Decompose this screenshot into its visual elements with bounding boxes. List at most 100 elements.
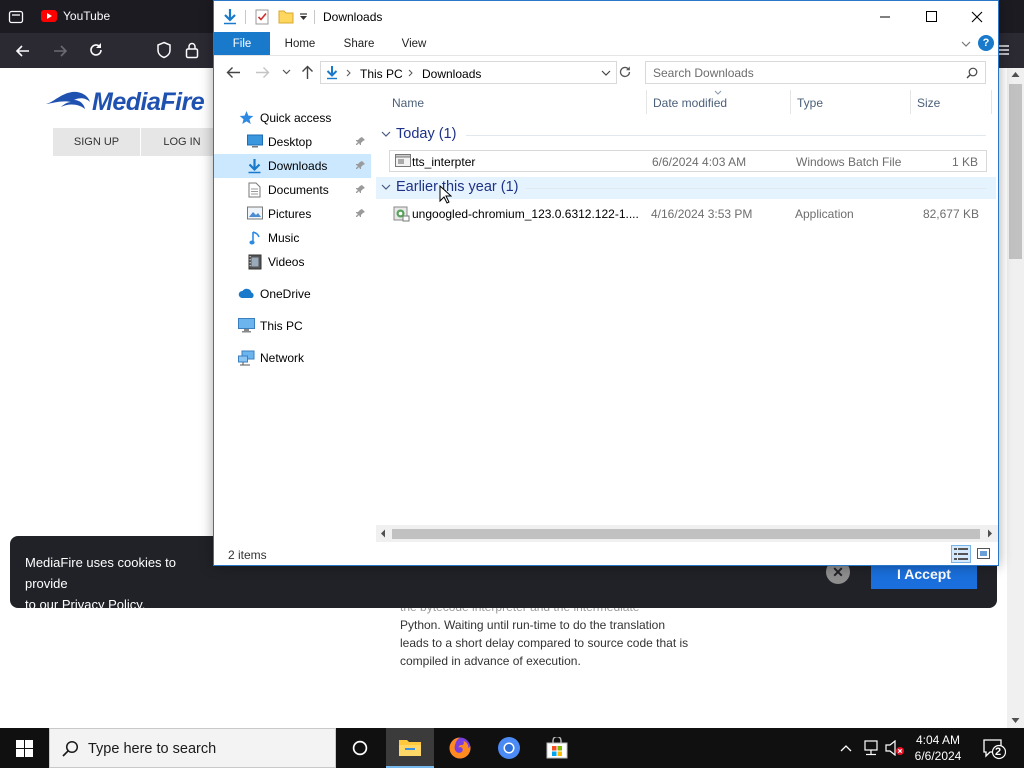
column-divider[interactable] bbox=[790, 90, 791, 114]
up-icon[interactable] bbox=[301, 65, 314, 80]
nav-videos[interactable]: Videos bbox=[214, 250, 371, 274]
cortana-button[interactable] bbox=[336, 728, 384, 768]
group-divider bbox=[466, 135, 986, 136]
help-icon[interactable]: ? bbox=[978, 35, 994, 51]
tab-file[interactable]: File bbox=[214, 32, 270, 55]
pin-icon[interactable] bbox=[356, 160, 366, 170]
column-header-name[interactable]: Name bbox=[392, 96, 424, 110]
nav-network[interactable]: Network bbox=[214, 346, 371, 370]
nav-desktop[interactable]: Desktop bbox=[214, 130, 371, 154]
downloads-arrow-icon bbox=[325, 65, 339, 80]
page-scrollbar-thumb[interactable] bbox=[1009, 84, 1022, 259]
nav-onedrive[interactable]: OneDrive bbox=[214, 282, 371, 306]
back-icon[interactable] bbox=[226, 66, 241, 79]
nav-this-pc[interactable]: This PC bbox=[214, 314, 371, 338]
menu-icon[interactable] bbox=[999, 44, 1009, 56]
paragraph-line: compiled in advance of execution. bbox=[400, 654, 581, 668]
back-icon[interactable] bbox=[14, 42, 32, 60]
file-row[interactable]: ungoogled-chromium_123.0.6312.122-1.... … bbox=[389, 203, 987, 225]
scroll-right-icon[interactable] bbox=[987, 529, 993, 538]
nav-label: Desktop bbox=[268, 135, 313, 149]
file-date: 6/6/2024 4:03 AM bbox=[652, 155, 747, 169]
minimize-button[interactable] bbox=[862, 1, 908, 32]
downloads-arrow-icon bbox=[222, 8, 238, 25]
paragraph-line: Python. Waiting until run-time to do the… bbox=[400, 618, 666, 632]
taskbar-firefox[interactable] bbox=[436, 728, 484, 768]
tab-overview-icon[interactable] bbox=[8, 9, 24, 25]
column-divider[interactable] bbox=[910, 90, 911, 114]
group-header-earlier[interactable]: Earlier this year (1) bbox=[376, 177, 996, 199]
title-bar[interactable]: Downloads bbox=[214, 1, 998, 32]
mediafire-logo-text[interactable]: MediaFire bbox=[92, 88, 205, 117]
search-input[interactable]: Search Downloads bbox=[645, 61, 986, 84]
status-bar: 2 items bbox=[214, 543, 998, 565]
taskbar-microsoft-store[interactable] bbox=[533, 728, 581, 768]
pin-icon[interactable] bbox=[356, 208, 366, 218]
breadcrumb-this-pc[interactable]: This PC bbox=[360, 67, 403, 81]
nav-label: Videos bbox=[268, 255, 305, 269]
column-header-type[interactable]: Type bbox=[797, 96, 823, 110]
column-header-size[interactable]: Size bbox=[917, 96, 940, 110]
login-button[interactable]: LOG IN bbox=[141, 128, 223, 156]
forward-icon[interactable] bbox=[51, 42, 69, 60]
close-button[interactable] bbox=[954, 1, 998, 32]
address-dropdown-icon[interactable] bbox=[601, 70, 611, 76]
browser-tab-youtube[interactable]: YouTube bbox=[63, 9, 110, 23]
recent-locations-icon[interactable] bbox=[282, 69, 291, 75]
breadcrumb-downloads[interactable]: Downloads bbox=[422, 67, 481, 81]
nav-documents[interactable]: Documents bbox=[214, 178, 371, 202]
system-clock[interactable]: 4:04 AM 6/6/2024 bbox=[908, 732, 968, 764]
customize-toolbar-icon[interactable] bbox=[299, 13, 308, 21]
youtube-icon bbox=[41, 9, 57, 23]
signup-button[interactable]: SIGN UP bbox=[53, 128, 140, 156]
nav-music[interactable]: Music bbox=[214, 226, 371, 250]
address-bar[interactable]: This PC Downloads bbox=[320, 61, 617, 84]
scroll-left-icon[interactable] bbox=[380, 529, 386, 538]
taskbar-chromium[interactable] bbox=[485, 728, 533, 768]
pin-icon[interactable] bbox=[356, 136, 366, 146]
collapse-chevron-icon[interactable] bbox=[381, 184, 391, 190]
volume-muted-icon[interactable] bbox=[885, 740, 905, 756]
refresh-icon[interactable] bbox=[618, 65, 632, 79]
horizontal-scrollbar-thumb[interactable] bbox=[392, 529, 980, 539]
column-divider[interactable] bbox=[646, 90, 647, 114]
group-label: Earlier this year (1) bbox=[396, 179, 519, 195]
properties-icon[interactable] bbox=[255, 9, 269, 25]
pin-icon[interactable] bbox=[356, 184, 366, 194]
column-header-date[interactable]: Date modified bbox=[653, 96, 727, 110]
breadcrumb-chevron-icon[interactable] bbox=[346, 69, 351, 77]
column-divider[interactable] bbox=[991, 90, 992, 114]
windows-start-icon[interactable] bbox=[16, 740, 33, 757]
tray-overflow-icon[interactable] bbox=[840, 744, 852, 752]
file-list: Name Date modified Type Size Today (1) t… bbox=[376, 90, 998, 530]
network-status-icon[interactable] bbox=[862, 740, 880, 756]
maximize-button[interactable] bbox=[908, 1, 954, 32]
group-header-today[interactable]: Today (1) bbox=[376, 124, 996, 146]
batch-file-icon bbox=[395, 153, 411, 169]
nav-pictures[interactable]: Pictures bbox=[214, 202, 371, 226]
forward-icon[interactable] bbox=[255, 66, 270, 79]
collapse-chevron-icon[interactable] bbox=[381, 131, 391, 137]
details-view-icon[interactable] bbox=[951, 545, 971, 563]
breadcrumb-chevron-icon[interactable] bbox=[408, 69, 413, 77]
tab-home[interactable]: Home bbox=[276, 32, 324, 55]
file-row[interactable]: tts_interpter 6/6/2024 4:03 AM Windows B… bbox=[389, 150, 987, 172]
nav-quick-access[interactable]: Quick access bbox=[214, 106, 371, 130]
taskbar-file-explorer[interactable] bbox=[386, 728, 434, 768]
tab-view[interactable]: View bbox=[394, 32, 434, 55]
large-icons-view-icon[interactable] bbox=[977, 548, 990, 559]
nav-downloads[interactable]: Downloads bbox=[214, 154, 371, 178]
search-icon[interactable] bbox=[966, 67, 978, 79]
notification-center-button[interactable]: 2 bbox=[982, 736, 1006, 760]
group-label: Today (1) bbox=[396, 126, 457, 142]
tab-share[interactable]: Share bbox=[336, 32, 382, 55]
reload-icon[interactable] bbox=[87, 41, 105, 59]
group-divider bbox=[526, 188, 986, 189]
taskbar-search-box[interactable]: Type here to search bbox=[49, 728, 336, 768]
new-folder-icon[interactable] bbox=[278, 9, 294, 24]
search-icon bbox=[62, 740, 79, 757]
lock-icon[interactable] bbox=[185, 41, 199, 59]
expand-ribbon-icon[interactable] bbox=[961, 41, 971, 47]
shield-icon[interactable] bbox=[156, 41, 172, 59]
privacy-policy-line: to our Privacy Policy. bbox=[25, 597, 146, 612]
